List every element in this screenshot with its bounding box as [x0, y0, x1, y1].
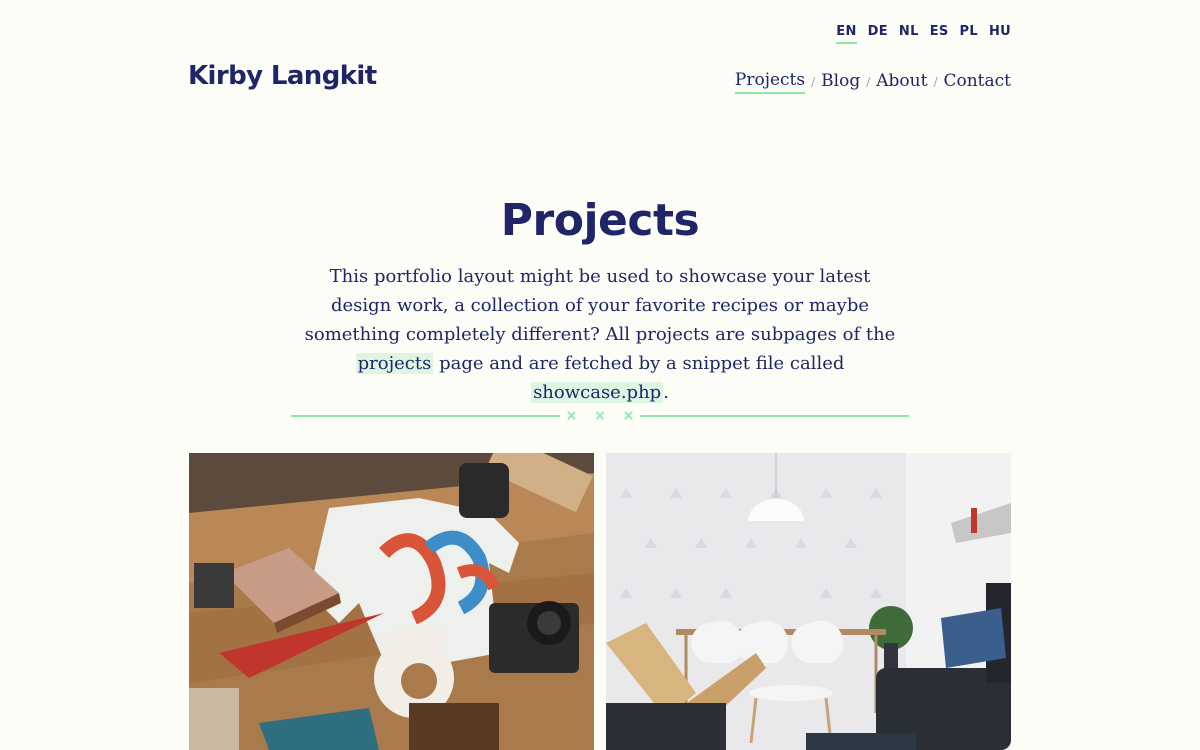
page-intro: This portfolio layout might be used to s… [300, 262, 900, 407]
intro-text: This portfolio layout might be used to s… [304, 266, 896, 345]
lang-hu[interactable]: HU [989, 24, 1011, 44]
nav-item-blog[interactable]: Blog [821, 70, 860, 93]
lang-en[interactable]: EN [836, 24, 857, 44]
nav-item-contact[interactable]: Contact [943, 70, 1011, 93]
lang-pl[interactable]: PL [960, 24, 978, 44]
lang-nl[interactable]: NL [899, 24, 919, 44]
divider-line [291, 415, 560, 417]
divider-cross-icons: × × × [565, 408, 641, 424]
nav-item-projects[interactable]: Projects [734, 69, 806, 94]
nav-item-about[interactable]: About [876, 70, 927, 93]
dining-room-photo [606, 453, 1011, 750]
language-switcher: EN DE NL ES PL HU [836, 24, 1011, 44]
nav-separator: / [933, 74, 938, 89]
project-thumbnail[interactable] [189, 453, 594, 750]
intro-text: . [663, 382, 669, 403]
intro-text: page and are fetched by a snippet file c… [433, 353, 845, 374]
lang-de[interactable]: DE [868, 24, 888, 44]
main-nav: Projects / Blog / About / Contact [734, 69, 1011, 94]
project-thumbnail[interactable] [606, 453, 1011, 750]
code-reference: showcase.php [531, 382, 664, 403]
flat-lay-photo [189, 453, 594, 750]
section-divider: × × × [291, 406, 910, 426]
projects-link[interactable]: projects [355, 353, 434, 374]
divider-line [640, 415, 910, 417]
site-logo[interactable]: Kirby Langkit [188, 60, 377, 92]
nav-separator: / [866, 74, 871, 89]
lang-es[interactable]: ES [930, 24, 949, 44]
page-title: Projects [500, 195, 700, 246]
nav-separator: / [811, 74, 816, 89]
